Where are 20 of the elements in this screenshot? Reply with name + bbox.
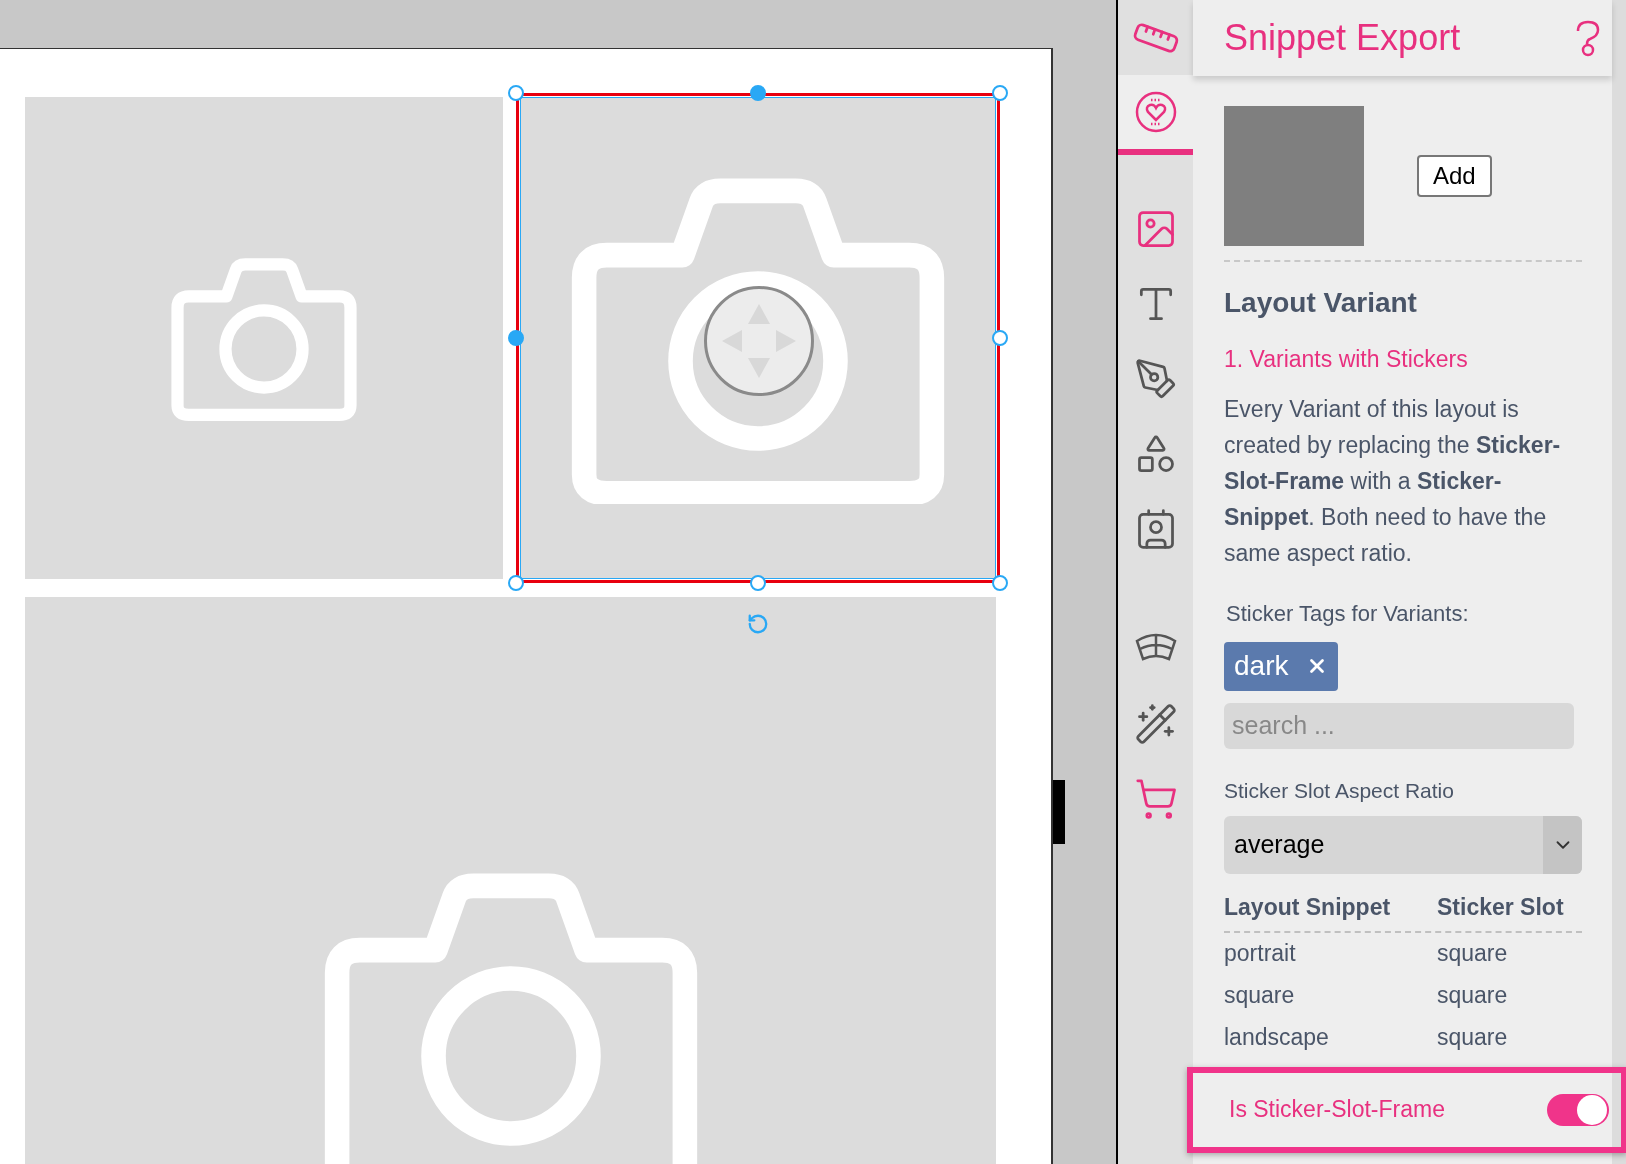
table-cell-text: portrait	[1224, 939, 1297, 969]
tag-search-field[interactable]: search ...	[1224, 702, 1574, 749]
column-header: Layout Snippet	[1224, 893, 1392, 922]
select-value: average	[1233, 829, 1326, 861]
table-cell-text: square	[1437, 1023, 1508, 1053]
description-text: Every Variant of this layout is created by replacing the Sticker-Slot-Frame with a Sticker-Snippet. Both need to have the same aspect ratio.	[1224, 394, 1562, 568]
table-cell-text: square	[1224, 981, 1296, 1011]
add-button[interactable]: Add	[1417, 155, 1492, 197]
panel-title: Snippet Export	[1224, 16, 1461, 60]
tags-label: Sticker Tags for Variants:	[1226, 599, 1470, 628]
section-title: Layout Variant	[1224, 286, 1418, 320]
aspect-ratio-select[interactable]: average	[1224, 816, 1582, 874]
table-cell-text: landscape	[1224, 1023, 1330, 1053]
column-header: Sticker Slot	[1437, 893, 1564, 922]
table-cell-text: square	[1437, 939, 1508, 969]
table-cell-text: square	[1437, 981, 1508, 1011]
variant-subtitle: 1. Variants with Stickers	[1224, 345, 1469, 374]
aspect-ratio-label: Sticker Slot Aspect Ratio	[1224, 777, 1455, 804]
toggle-label: Is Sticker-Slot-Frame	[1229, 1095, 1445, 1125]
tag-label: dark	[1234, 649, 1289, 683]
